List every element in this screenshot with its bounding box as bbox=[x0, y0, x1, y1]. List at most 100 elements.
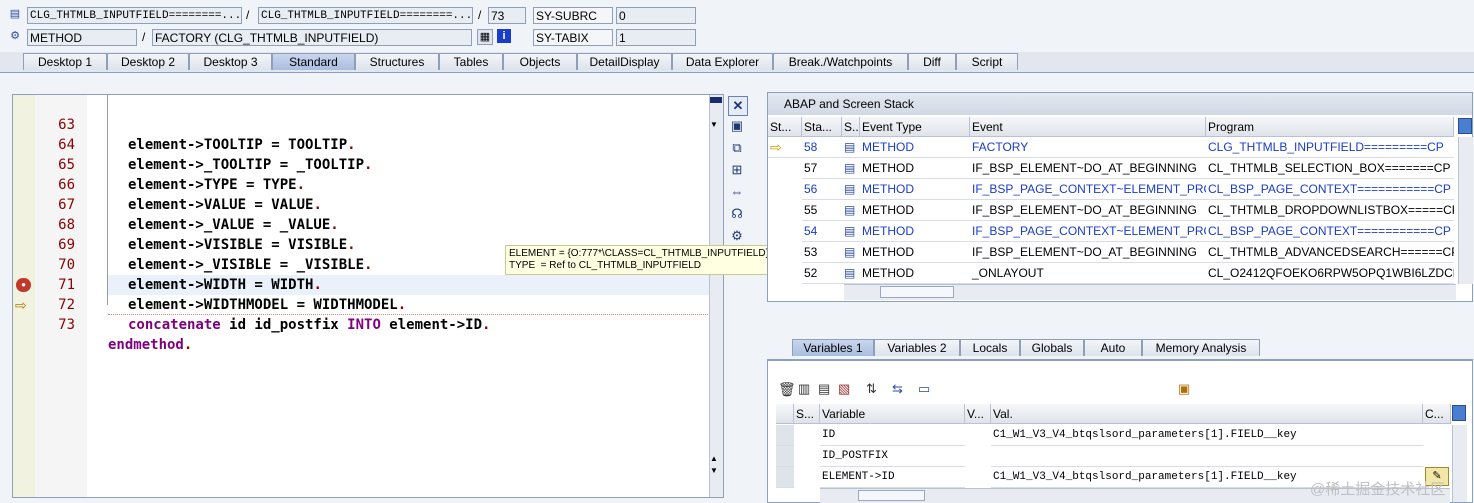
include-field[interactable]: CLG_THTMLB_INPUTFIELD========... bbox=[258, 7, 473, 24]
swap-icon[interactable]: ⇔ bbox=[728, 183, 746, 201]
delete-icon[interactable]: 🗑 bbox=[778, 381, 796, 398]
tab-diff[interactable]: Diff bbox=[908, 53, 956, 70]
event-name[interactable]: IF_BSP_ELEMENT~DO_AT_BEGINNING bbox=[970, 200, 1206, 221]
event-name[interactable]: IF_BSP_ELEMENT~DO_AT_BEGINNING bbox=[970, 242, 1206, 263]
settings-icon[interactable]: ⚙ bbox=[728, 227, 746, 245]
row-selector[interactable] bbox=[776, 467, 794, 488]
program-name[interactable]: CLG_THTMLB_INPUTFIELD=========CP bbox=[1206, 137, 1454, 158]
row-selector[interactable] bbox=[776, 425, 794, 446]
variable-value[interactable]: C1_W1_V3_V4_btqslsord_parameters[1].FIEL… bbox=[991, 425, 1423, 446]
program-name[interactable]: CL_BSP_PAGE_CONTEXT===========CP bbox=[1206, 179, 1454, 200]
column-header[interactable]: S... bbox=[842, 117, 860, 137]
editor-vertical-scrollbar[interactable] bbox=[709, 95, 723, 497]
column-header[interactable]: Event Type bbox=[860, 117, 970, 137]
tab-breakpoints[interactable]: Break./Watchpoints bbox=[773, 53, 908, 70]
sysvar-value-field[interactable]: 1 bbox=[616, 29, 696, 46]
scroll-up-icon[interactable]: ▲ bbox=[710, 455, 718, 463]
save-icon[interactable]: ▣ bbox=[1178, 381, 1190, 397]
variable-name[interactable]: ID bbox=[820, 425, 965, 446]
column-header[interactable]: Sta... bbox=[802, 117, 842, 137]
sysvar-value-field[interactable]: 0 bbox=[616, 7, 696, 24]
source-code-editor[interactable]: 63 element->TOOLTIP = TOOLTIP. 64 elemen… bbox=[12, 94, 724, 498]
tab-globals[interactable]: Globals bbox=[1020, 339, 1084, 356]
program-field[interactable]: CLG_THTMLB_INPUTFIELD========... bbox=[27, 7, 242, 24]
column-header[interactable]: Val. bbox=[991, 404, 1423, 424]
column-header[interactable]: Program bbox=[1206, 117, 1454, 137]
row-selector[interactable] bbox=[776, 446, 794, 467]
stack-level: 57 bbox=[802, 158, 842, 179]
tab-standard[interactable]: Standard bbox=[272, 53, 355, 70]
panel-title: ABAP and Screen Stack bbox=[768, 93, 1472, 115]
tab-desktop-2[interactable]: Desktop 2 bbox=[107, 53, 189, 70]
layout-icon[interactable] bbox=[1458, 118, 1472, 134]
scroll-down-icon[interactable]: ▼ bbox=[710, 467, 718, 475]
method-icon: ▤ bbox=[842, 137, 860, 158]
tab-memory-analysis[interactable]: Memory Analysis bbox=[1142, 339, 1260, 356]
variable-value[interactable] bbox=[991, 446, 1423, 467]
program-icon: ▤ bbox=[9, 8, 21, 20]
services-icon[interactable]: ☊ bbox=[728, 205, 746, 223]
stack-level: 56 bbox=[802, 179, 842, 200]
column-header[interactable]: C... bbox=[1423, 404, 1451, 424]
tab-detail-display[interactable]: DetailDisplay bbox=[577, 53, 672, 70]
transfer-icon[interactable]: ⇆ bbox=[892, 381, 903, 397]
column-header[interactable]: V... bbox=[965, 404, 991, 424]
tab-script[interactable]: Script bbox=[956, 53, 1018, 70]
new-tool-icon[interactable]: ▣ bbox=[728, 117, 746, 135]
maximize-icon[interactable]: ⊞ bbox=[728, 161, 746, 179]
code-terminator: . bbox=[482, 317, 491, 333]
line-number-field[interactable]: 73 bbox=[488, 7, 526, 24]
display-icon[interactable]: ▦ bbox=[477, 29, 493, 45]
program-name[interactable]: CL_THTMLB_DROPDOWNLISTBOX=====CP bbox=[1206, 200, 1454, 221]
method-icon: ▤ bbox=[842, 263, 860, 284]
event-type-field[interactable]: METHOD bbox=[27, 29, 137, 46]
tab-tables[interactable]: Tables bbox=[439, 53, 503, 70]
event-type: METHOD bbox=[860, 137, 970, 158]
scroll-down-icon[interactable]: ▼ bbox=[710, 121, 718, 129]
variable-name[interactable]: ELEMENT->ID bbox=[820, 467, 965, 488]
tab-variables-2[interactable]: Variables 2 bbox=[874, 339, 960, 356]
scroll-thumb[interactable] bbox=[880, 286, 954, 298]
tab-objects[interactable]: Objects bbox=[503, 53, 577, 70]
column-header[interactable]: St... bbox=[768, 117, 802, 137]
replace-tool-icon[interactable]: ⧉ bbox=[728, 139, 746, 157]
event-name[interactable]: _ONLAYOUT bbox=[970, 263, 1206, 284]
program-name[interactable]: CL_BSP_PAGE_CONTEXT===========CP bbox=[1206, 221, 1454, 242]
event-name[interactable]: IF_BSP_ELEMENT~DO_AT_BEGINNING bbox=[970, 158, 1206, 179]
export-icon[interactable]: ▧ bbox=[838, 381, 850, 397]
event-name[interactable]: IF_BSP_PAGE_CONTEXT~ELEMENT_PRO... bbox=[970, 221, 1206, 242]
tab-structures[interactable]: Structures bbox=[355, 53, 439, 70]
layout-icon[interactable] bbox=[1452, 405, 1466, 421]
column-header[interactable]: Event bbox=[970, 117, 1206, 137]
sysvar-name-field: SY-TABIX bbox=[533, 29, 613, 46]
tab-auto[interactable]: Auto bbox=[1084, 339, 1142, 356]
column-header[interactable] bbox=[776, 404, 794, 424]
tab-desktop-1[interactable]: Desktop 1 bbox=[23, 53, 107, 70]
scroll-thumb[interactable] bbox=[858, 490, 925, 501]
column-header[interactable]: S... bbox=[794, 404, 820, 424]
event-field[interactable]: FACTORY (CLG_THTMLB_INPUTFIELD) bbox=[152, 29, 472, 46]
copy-icon[interactable]: ▥ bbox=[798, 381, 810, 397]
tab-data-explorer[interactable]: Data Explorer bbox=[672, 53, 773, 70]
event-name[interactable]: FACTORY bbox=[970, 137, 1206, 158]
tab-locals[interactable]: Locals bbox=[960, 339, 1020, 356]
variables-vertical-scrollbar[interactable] bbox=[1452, 425, 1467, 502]
current-statement-arrow-icon: ⇨ bbox=[15, 297, 27, 313]
tab-desktop-3[interactable]: Desktop 3 bbox=[189, 53, 272, 70]
close-icon[interactable]: ✕ bbox=[728, 96, 748, 116]
variable-name[interactable]: ID_POSTFIX bbox=[820, 446, 965, 467]
column-header[interactable]: Variable bbox=[820, 404, 965, 424]
scroll-thumb[interactable] bbox=[710, 97, 722, 103]
sort-icon[interactable]: ⇅ bbox=[866, 381, 877, 397]
program-name[interactable]: CL_THTMLB_ADVANCEDSEARCH======CP bbox=[1206, 242, 1454, 263]
breakpoint-icon[interactable]: ● bbox=[16, 278, 31, 292]
tab-variables-1[interactable]: Variables 1 bbox=[792, 339, 874, 356]
info-icon[interactable]: i bbox=[497, 29, 511, 43]
folder-icon[interactable]: ▭ bbox=[918, 381, 930, 397]
program-name[interactable]: CL_O2412QFOEKO6RPW5OPQ1WBI6LZDCP bbox=[1206, 263, 1454, 284]
code-line: 68 element->VISIBLE = VISIBLE. bbox=[13, 195, 713, 253]
print-icon[interactable]: ▤ bbox=[818, 381, 830, 397]
event-name[interactable]: IF_BSP_PAGE_CONTEXT~ELEMENT_PRO... bbox=[970, 179, 1206, 200]
program-name[interactable]: CL_THTMLB_SELECTION_BOX=======CP bbox=[1206, 158, 1454, 179]
stack-vertical-scrollbar[interactable] bbox=[1458, 137, 1473, 284]
